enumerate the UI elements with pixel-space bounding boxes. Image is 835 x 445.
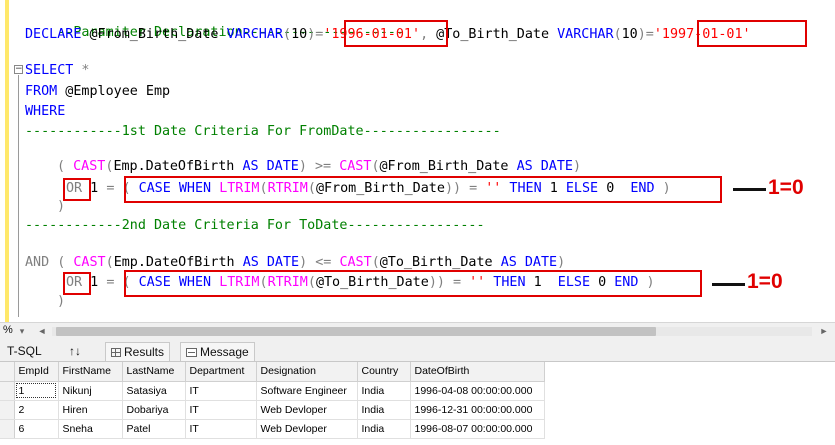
cell-dateofbirth[interactable]: 1996-12-31 00:00:00.000 [410, 400, 545, 420]
tab-results-label: Results [124, 345, 165, 359]
cell-lastname[interactable]: Satasiya [122, 381, 186, 401]
code-line-6: ------------1st Date Criteria For FromDa… [25, 124, 501, 139]
or-keyword-highlight-1 [63, 178, 91, 201]
zoom-level[interactable]: % [3, 324, 13, 336]
column-header-firstname[interactable]: FirstName [58, 362, 123, 382]
cell-dateofbirth[interactable]: 1996-08-07 00:00:00.000 [410, 419, 545, 439]
annotation-dash-1 [733, 188, 766, 191]
to-date-value-highlight [697, 20, 807, 47]
sort-icon[interactable]: ↑↓ [64, 342, 86, 361]
table-row[interactable]: 2 Hiren Dobariya IT Web Devloper India 1… [0, 400, 545, 420]
scroll-left-icon[interactable]: ◄ [36, 325, 48, 337]
tab-tsql[interactable]: T-SQL [2, 342, 47, 361]
from-date-value-highlight [344, 20, 448, 47]
code-line-5: WHERE [25, 104, 66, 119]
annotation-dash-2 [712, 283, 745, 286]
tab-results[interactable]: Results [105, 342, 171, 361]
scroll-right-icon[interactable]: ► [818, 325, 830, 337]
zoom-bar: % ▾ ◄ ► [0, 322, 835, 339]
sql-editor[interactable]: − --Paramiter Declaration---------------… [0, 0, 835, 322]
cell-country[interactable]: India [357, 381, 411, 401]
code-line-3: SELECT * [25, 63, 90, 78]
cell-lastname[interactable]: Dobariya [122, 400, 186, 420]
cell-department[interactable]: IT [185, 419, 257, 439]
column-header-empid[interactable]: EmpId [14, 362, 59, 382]
cell-department[interactable]: IT [185, 381, 257, 401]
code-line-7: ( CAST(Emp.DateOfBirth AS DATE) >= CAST(… [57, 159, 582, 174]
change-tracking-bar [5, 0, 9, 322]
column-header-country[interactable]: Country [357, 362, 411, 382]
column-header-department[interactable]: Department [185, 362, 257, 382]
cell-empid[interactable]: 1 [14, 381, 59, 401]
horizontal-scrollbar-thumb[interactable] [56, 327, 656, 336]
row-header-corner[interactable] [0, 362, 15, 382]
code-line-10: ------------2nd Date Criteria For ToDate… [25, 218, 485, 233]
tab-tsql-label: T-SQL [7, 344, 42, 358]
table-row[interactable]: 6 Sneha Patel IT Web Devloper India 1996… [0, 419, 545, 439]
tab-messages[interactable]: Message [180, 342, 255, 361]
annotation-1-equals-0-first: 1=0 [768, 176, 804, 199]
tab-messages-label: Message [200, 345, 249, 359]
results-grid[interactable]: EmpId FirstName LastName Department Desi… [0, 362, 835, 445]
cell-department[interactable]: IT [185, 400, 257, 420]
cell-empid[interactable]: 6 [14, 419, 59, 439]
cell-designation[interactable]: Software Engineer [256, 381, 358, 401]
cell-empid[interactable]: 2 [14, 400, 59, 420]
header-row: EmpId FirstName LastName Department Desi… [0, 362, 545, 382]
cell-firstname[interactable]: Nikunj [58, 381, 123, 401]
row-header[interactable] [0, 400, 15, 420]
collapse-icon[interactable]: − [14, 65, 23, 74]
cell-lastname[interactable]: Patel [122, 419, 186, 439]
case-expression-highlight-1 [124, 176, 722, 203]
chevron-down-icon[interactable]: ▾ [16, 325, 28, 337]
cell-country[interactable]: India [357, 419, 411, 439]
column-header-designation[interactable]: Designation [256, 362, 358, 382]
fold-guide [18, 75, 19, 317]
row-header[interactable] [0, 419, 15, 439]
code-line-4: FROM @Employee Emp [25, 84, 171, 99]
grid-icon [111, 348, 121, 357]
cell-designation[interactable]: Web Devloper [256, 400, 358, 420]
table-row[interactable]: 1 Nikunj Satasiya IT Software Engineer I… [0, 381, 545, 401]
results-table: EmpId FirstName LastName Department Desi… [0, 362, 545, 439]
message-icon [186, 348, 197, 357]
cell-designation[interactable]: Web Devloper [256, 419, 358, 439]
cell-country[interactable]: India [357, 400, 411, 420]
annotation-1-equals-0-second: 1=0 [747, 270, 783, 293]
cell-firstname[interactable]: Sneha [58, 419, 123, 439]
cell-firstname[interactable]: Hiren [58, 400, 123, 420]
results-tab-strip: T-SQL ↑↓ Results Message [0, 339, 835, 362]
or-keyword-highlight-2 [63, 272, 91, 295]
row-header[interactable] [0, 381, 15, 401]
case-expression-highlight-2 [124, 270, 702, 297]
column-header-lastname[interactable]: LastName [122, 362, 186, 382]
cell-dateofbirth[interactable]: 1996-04-08 00:00:00.000 [410, 381, 545, 401]
column-header-dateofbirth[interactable]: DateOfBirth [410, 362, 545, 382]
